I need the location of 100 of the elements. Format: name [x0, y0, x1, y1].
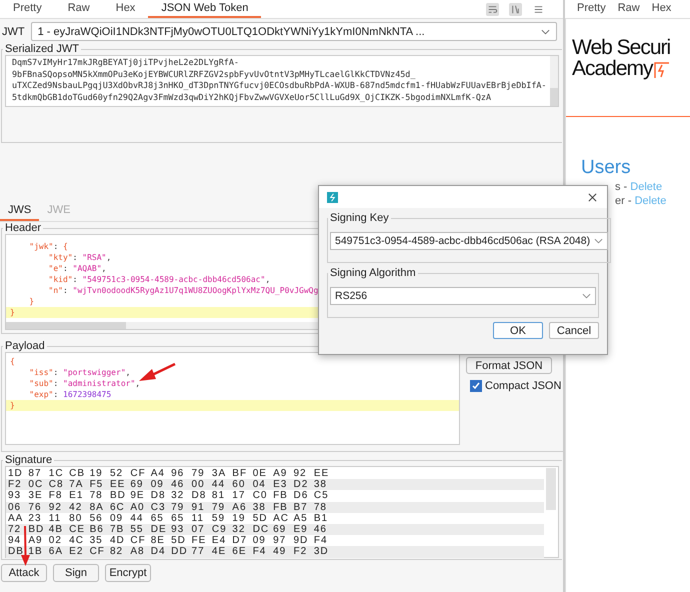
scrollbar[interactable] [550, 56, 558, 106]
hex-byte: C8 [48, 479, 65, 490]
hex-byte: EE [110, 479, 126, 490]
hex-byte: 59 [212, 512, 226, 524]
action-button[interactable]: Sign [53, 564, 99, 582]
hex-byte: 4B [48, 524, 64, 536]
code-line: { [10, 356, 15, 367]
tab[interactable]: JWS [0, 201, 40, 221]
users-heading: Users [581, 157, 632, 179]
token-line: 5tdkmQbGB1doTGud60yfn29Q2Agv3FmWzd3qwDiY2hKQjFbvZwwVGVXeUor5CllLuGd9X_OjCIKZK-5bgodimNXLmfK-QzA [12, 92, 492, 103]
hex-byte: CB [69, 468, 86, 480]
action-button[interactable]: Attack [1, 564, 47, 582]
dialog-button[interactable]: Cancel [549, 322, 599, 339]
code-line: "e": "AQAB", [48, 263, 106, 274]
hex-byte: 02 [48, 535, 63, 546]
hex-byte: 4C [69, 535, 85, 546]
format-json-button[interactable]: Format JSON [466, 357, 552, 374]
hex-byte: A6 [232, 502, 248, 513]
hex-byte: 11 [192, 512, 205, 524]
hex-byte: A0 [130, 502, 146, 513]
hex-byte: D7 [232, 535, 248, 546]
panel-title: Signature [4, 454, 54, 466]
hex-byte: 4E [212, 546, 228, 558]
action-button[interactable]: Encrypt [105, 564, 151, 582]
hex-byte: A4 [150, 468, 166, 480]
hex-byte: 9E [130, 490, 146, 502]
hex-byte: A9 [28, 535, 44, 546]
hex-byte: AA [8, 512, 24, 524]
chevron-icon [582, 293, 591, 299]
panel-title: Serialized JWT [4, 43, 80, 55]
newline-icon[interactable] [509, 2, 522, 16]
hex-byte: 06 [8, 502, 22, 513]
hex-byte: 44 [212, 479, 226, 490]
tab[interactable]: Pretty [0, 0, 55, 18]
code-line: "iss": "portswigger", [28, 367, 130, 378]
hex-byte: E2 [69, 546, 84, 558]
hex-byte: 93 [8, 490, 22, 502]
logo-text: Academy [572, 58, 653, 79]
tab[interactable]: Hex [646, 0, 678, 18]
code-line: "n": "wjTvn0odoodK5RygAz1U7q1WU8ZUOogKplYxMz7QU_P0vJGwQg [48, 285, 318, 296]
checkbox[interactable] [470, 380, 482, 392]
chevron-icon [594, 238, 604, 244]
hex-byte: E1 [69, 490, 84, 502]
wrap-icon[interactable] [486, 2, 499, 16]
hex-byte: 1D [8, 468, 24, 480]
hex-byte: 00 [192, 479, 206, 490]
hex-byte: 17 [232, 490, 246, 502]
code-line: } [28, 296, 34, 307]
hex-byte: 5D [252, 512, 268, 524]
hex-byte: 09 [252, 535, 267, 546]
hex-byte: B1 [314, 512, 330, 524]
hex-byte: E4 [212, 535, 228, 546]
hex-byte: 38 [314, 479, 328, 490]
hex-byte: 32 [171, 490, 186, 502]
tab[interactable]: Hex [102, 0, 148, 18]
jwt-dropdown[interactable]: 1 - eyJraWQiOiI1NDk3NTFjMy0wOTU0LTQ1ODktYWNiYy1kYmI0NmNkNTA ... [30, 22, 557, 41]
signing-key-dropdown[interactable]: 549751c3-0954-4589-acbc-dbb46cd506ac (RSA 2048) [330, 232, 608, 250]
hex-byte: C9 [212, 524, 228, 536]
annotation-arrow [139, 362, 176, 381]
code-line: "exp": 1672398475 [28, 389, 112, 400]
hex-byte: 79 [212, 502, 226, 513]
code-line: } [10, 307, 15, 318]
hex-byte: D8 [192, 490, 208, 502]
hex-byte: AC [273, 512, 290, 524]
hex-byte: 6E [232, 546, 248, 558]
hex-byte: 5D [171, 535, 187, 546]
hex-byte: BD [28, 524, 46, 536]
hex-byte: 8A [90, 502, 105, 513]
hex-byte: 78 [90, 490, 104, 502]
token-text-area[interactable] [5, 55, 559, 107]
hex-byte: FB [273, 502, 289, 513]
hex-byte: 8E [150, 535, 166, 546]
hex-byte: 65 [150, 512, 165, 524]
hex-byte: 42 [69, 502, 84, 513]
code-line: "kid": "549751c3-0954-4589-acbc-dbb46cd506ac", [48, 274, 270, 285]
tab[interactable]: Raw [54, 0, 103, 18]
hex-byte: 97 [273, 535, 288, 546]
hex-byte: A5 [293, 512, 309, 524]
hex-byte: F2 [8, 479, 23, 490]
code-editor[interactable]: { "iss": "portswigger", "sub": "administrator", "exp": 1672398475 } [5, 352, 460, 445]
hex-byte: E9 [293, 524, 309, 536]
dialog-button[interactable]: OK [493, 322, 543, 339]
tab[interactable]: Pretty [571, 0, 612, 18]
logo-text: Web Securi [572, 37, 672, 58]
tab[interactable]: JSON Web Token [148, 0, 262, 18]
hex-byte: 9D [293, 535, 310, 546]
hex-byte: 1B [28, 546, 44, 558]
hex-byte: 11 [48, 512, 62, 524]
hex-byte: 23 [28, 512, 43, 524]
algorithm-dropdown[interactable]: RS256 [330, 287, 596, 305]
tab[interactable]: Raw [612, 0, 646, 18]
hex-byte: 82 [110, 546, 124, 558]
hex-byte: F5 [90, 479, 104, 490]
close-icon[interactable] [588, 192, 597, 202]
hex-byte: 52 [110, 468, 124, 480]
code-line: } [10, 400, 15, 411]
hex-byte: CF [130, 468, 147, 480]
hex-byte: E3 [273, 479, 288, 490]
hex-byte: 3A [212, 468, 228, 480]
hex-byte: 69 [130, 479, 144, 490]
